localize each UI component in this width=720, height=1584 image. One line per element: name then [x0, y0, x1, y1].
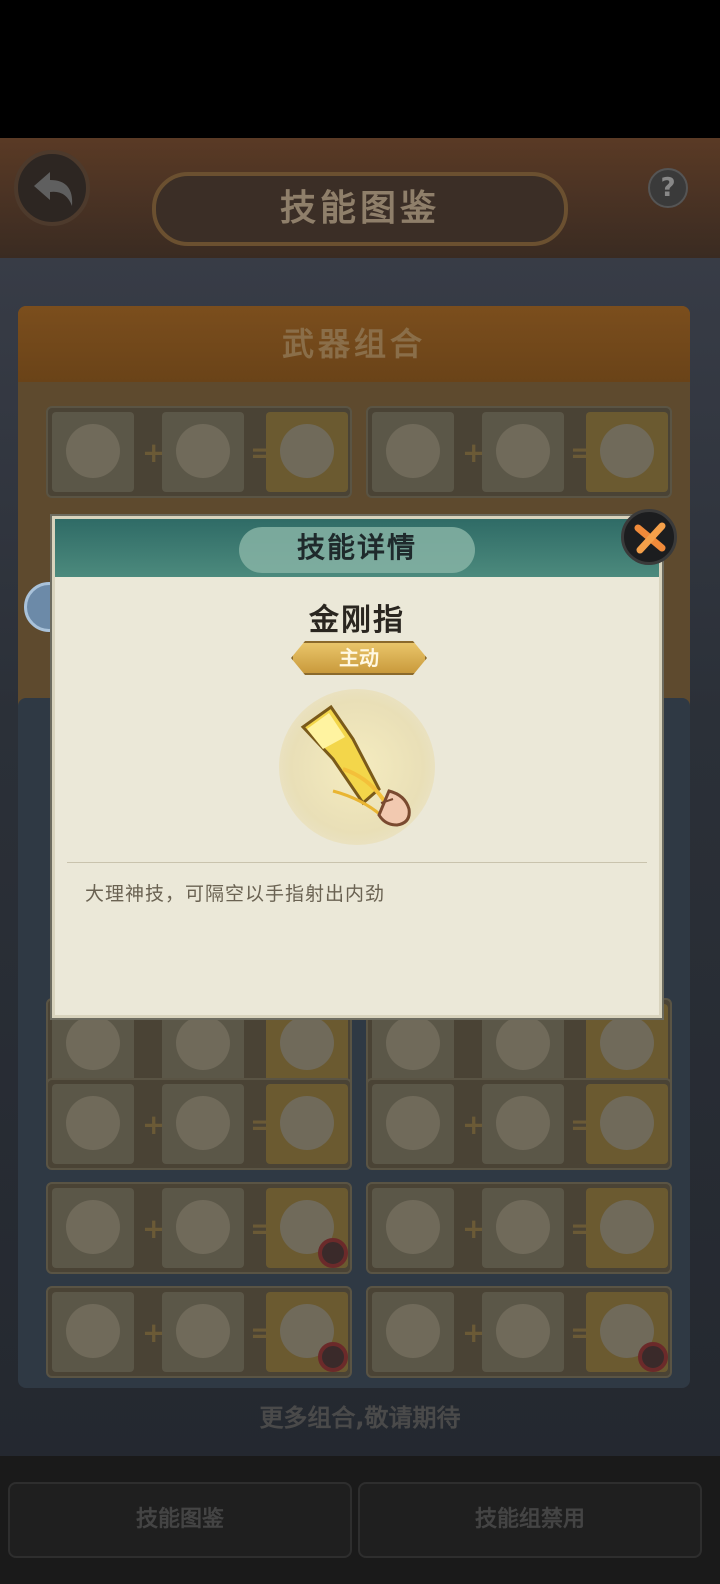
weapon-icon [280, 424, 334, 478]
skill-icon [386, 1016, 440, 1070]
ban-icon [318, 1342, 348, 1372]
combo-slot [482, 1084, 564, 1164]
character-icon [496, 1304, 550, 1358]
skill-detail-dialog: 技能详情 金刚指 主动 大理神技，可隔空以手指射出内劲 [52, 509, 677, 1018]
character-icon [176, 1096, 230, 1150]
combo-slot [52, 1084, 134, 1164]
combo-slot [162, 1188, 244, 1268]
combo-row[interactable]: + = [366, 1182, 672, 1274]
dialog-header: 技能详情 [55, 519, 659, 577]
status-bar-area [0, 0, 720, 138]
combo-row[interactable]: + = [366, 1286, 672, 1378]
combo-result-slot [586, 1292, 668, 1372]
combo-row[interactable]: + = [46, 406, 352, 498]
skill-icon [386, 1304, 440, 1358]
combo-result-slot [586, 412, 668, 492]
dialog-divider [67, 862, 647, 863]
combo-result-slot [266, 1084, 348, 1164]
character-icon [496, 1200, 550, 1254]
skill-type-label: 主动 [339, 646, 379, 670]
tab-skill-group-ban-label: 技能组禁用 [474, 1507, 585, 1532]
combo-result-slot [586, 1084, 668, 1164]
combo-row[interactable]: + = [46, 1286, 352, 1378]
dialog-title: 技能详情 [296, 531, 417, 564]
combo-result-slot [266, 1292, 348, 1372]
skill-icon [280, 1016, 334, 1070]
weapon-combo-title: 武器组合 [281, 325, 426, 363]
skill-icon [66, 1016, 120, 1070]
weapon-icon [600, 424, 654, 478]
combo-result-slot [266, 1188, 348, 1268]
combo-row[interactable]: + = [366, 406, 672, 498]
close-button[interactable] [621, 509, 677, 565]
skill-icon [600, 1096, 654, 1150]
combo-slot [372, 412, 454, 492]
character-icon [176, 424, 230, 478]
combo-slot [482, 1188, 564, 1268]
ban-icon [638, 1342, 668, 1372]
combo-slot [162, 412, 244, 492]
skill-icon [496, 1016, 550, 1070]
bottom-tab-bar: 技能图鉴 技能组禁用 [0, 1456, 720, 1584]
skill-icon [600, 1200, 654, 1254]
skill-icon [386, 1096, 440, 1150]
combo-slot [162, 1292, 244, 1372]
skill-icon [280, 1096, 334, 1150]
combo-slot [482, 412, 564, 492]
skill-icon [66, 1200, 120, 1254]
more-combos-text: 更多组合,敬请期待 [259, 1404, 461, 1432]
combo-row[interactable]: + = [366, 1078, 672, 1170]
combo-slot [52, 1292, 134, 1372]
help-icon[interactable]: ? [648, 168, 688, 208]
page-title-plate: 技能图鉴 [152, 172, 568, 246]
page-title: 技能图鉴 [279, 188, 440, 229]
skill-icon [176, 1304, 230, 1358]
skill-icon [176, 1016, 230, 1070]
tab-skill-group-ban[interactable]: 技能组禁用 [358, 1482, 702, 1558]
screen-header: 技能图鉴 ? [0, 138, 720, 258]
skill-name: 金刚指 [309, 603, 405, 638]
combo-row[interactable]: + = [46, 1078, 352, 1170]
skill-icon [496, 1096, 550, 1150]
combo-slot [482, 1292, 564, 1372]
ban-icon [318, 1238, 348, 1268]
weapon-combo-header: 武器组合 [18, 306, 690, 382]
combo-slot [372, 1084, 454, 1164]
combo-result-slot [586, 1188, 668, 1268]
back-button[interactable] [14, 150, 90, 226]
character-icon [496, 424, 550, 478]
weapon-icon [386, 424, 440, 478]
combo-slot [52, 412, 134, 492]
weapon-icon [66, 424, 120, 478]
tab-skill-codex-label: 技能图鉴 [135, 1507, 224, 1532]
close-icon [634, 522, 666, 554]
golden-finger-skill-icon [300, 704, 411, 827]
combo-row[interactable]: + = [46, 1182, 352, 1274]
skill-icon [386, 1200, 440, 1254]
combo-slot [372, 1188, 454, 1268]
skill-type-badge: 主动 [291, 641, 427, 675]
combo-slot [372, 1292, 454, 1372]
skill-icon [66, 1096, 120, 1150]
skill-description: 大理神技，可隔空以手指射出内劲 [85, 883, 386, 905]
skill-icon [600, 1016, 654, 1070]
combo-slot [52, 1188, 134, 1268]
back-arrow-icon [34, 172, 73, 206]
skill-icon [66, 1304, 120, 1358]
combo-slot [162, 1084, 244, 1164]
combo-result-slot [266, 412, 348, 492]
character-icon [176, 1200, 230, 1254]
tab-skill-codex[interactable]: 技能图鉴 [8, 1482, 352, 1558]
